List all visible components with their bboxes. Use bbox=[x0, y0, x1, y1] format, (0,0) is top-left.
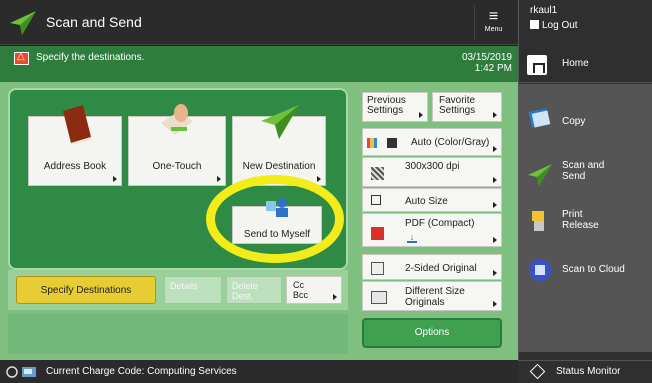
user-name: rkaul1 bbox=[530, 5, 558, 16]
chevron-right-icon bbox=[493, 301, 497, 307]
sidebar-item-label: Print Release bbox=[562, 209, 599, 231]
sidebar-item-scan-to-cloud[interactable]: Scan to Cloud bbox=[518, 256, 652, 288]
sidebar-item-scan-and-send[interactable]: Scan and Send bbox=[518, 158, 652, 190]
sidebar-item-label: Scan to Cloud bbox=[562, 264, 625, 275]
logout-label: Log Out bbox=[542, 20, 578, 31]
mixed-size-icon bbox=[371, 291, 387, 304]
instruction-message: Specify the destinations. bbox=[36, 52, 145, 63]
scan-size-button[interactable]: Auto Size bbox=[362, 188, 502, 212]
status-monitor-button[interactable]: Status Monitor bbox=[518, 360, 652, 383]
chevron-right-icon bbox=[493, 237, 497, 243]
menu-label: Menu bbox=[484, 26, 503, 33]
chevron-right-icon bbox=[493, 146, 497, 152]
time: 1:42 PM bbox=[474, 63, 512, 74]
sidebar-item-copy[interactable]: Copy bbox=[518, 104, 652, 136]
date: 03/15/2019 bbox=[461, 52, 512, 63]
chevron-right-icon bbox=[493, 202, 497, 208]
paper-plane-icon bbox=[261, 105, 299, 139]
details-button[interactable]: Details bbox=[164, 276, 222, 304]
status-monitor-label: Status Monitor bbox=[556, 366, 621, 377]
two-sided-original-button[interactable]: 2-Sided Original bbox=[362, 254, 502, 280]
download-icon: ↓ bbox=[407, 233, 417, 243]
one-touch-icon bbox=[161, 104, 193, 135]
cc-bcc-button[interactable]: Cc Bcc bbox=[286, 276, 342, 304]
color-gray-icon bbox=[367, 138, 397, 148]
sidebar-item-label: Scan and Send bbox=[562, 160, 605, 182]
home-icon bbox=[527, 55, 547, 75]
chevron-right-icon bbox=[317, 176, 321, 182]
color-mode-button[interactable]: Auto (Color/Gray) bbox=[362, 128, 502, 156]
one-touch-button[interactable]: One-Touch bbox=[128, 104, 226, 186]
logout-icon bbox=[530, 20, 539, 29]
warning-icon bbox=[14, 51, 29, 65]
delete-dest-button[interactable]: Delete Dest. bbox=[226, 276, 282, 304]
pdf-icon bbox=[371, 227, 384, 240]
hand-print-icon bbox=[532, 211, 544, 231]
chevron-right-icon bbox=[493, 112, 497, 118]
address-book-icon bbox=[63, 105, 91, 145]
chevron-right-icon bbox=[217, 176, 221, 182]
specify-destinations-button[interactable]: Specify Destinations bbox=[16, 276, 156, 304]
address-book-button[interactable]: Address Book bbox=[28, 105, 122, 186]
copy-icon bbox=[528, 108, 551, 128]
resolution-icon bbox=[371, 167, 384, 180]
paper-plane-icon bbox=[528, 164, 552, 186]
chevron-right-icon bbox=[493, 270, 497, 276]
cloud-scan-icon bbox=[529, 259, 551, 281]
duplex-icon bbox=[371, 262, 384, 275]
sidebar-item-print-release[interactable]: Print Release bbox=[518, 207, 652, 239]
status-monitor-icon bbox=[529, 363, 546, 380]
resolution-button[interactable]: 300x300 dpi bbox=[362, 157, 502, 187]
menu-button[interactable]: ≡ Menu bbox=[474, 6, 512, 40]
scan-size-icon bbox=[371, 195, 381, 205]
chevron-right-icon bbox=[333, 294, 337, 300]
chevron-right-icon bbox=[113, 176, 117, 182]
home-label: Home bbox=[562, 58, 589, 69]
app-title: Scan and Send bbox=[46, 14, 142, 30]
sidebar-item-label: Copy bbox=[562, 116, 586, 127]
date-time: 03/15/2019 1:42 PM bbox=[430, 52, 512, 74]
charge-code-icon bbox=[6, 366, 36, 378]
file-format-button[interactable]: PDF (Compact) ↓ bbox=[362, 213, 502, 247]
hamburger-icon: ≡ bbox=[488, 8, 499, 25]
lower-panel bbox=[8, 314, 348, 354]
favorite-settings-button[interactable]: Favorite Settings bbox=[432, 92, 502, 122]
highlight-circle bbox=[206, 175, 344, 263]
paper-plane-icon bbox=[10, 11, 36, 35]
chevron-right-icon bbox=[493, 177, 497, 183]
charge-code-text: Current Charge Code: Computing Services bbox=[46, 366, 237, 377]
options-button[interactable]: Options bbox=[362, 318, 502, 348]
different-size-originals-button[interactable]: Different Size Originals bbox=[362, 281, 502, 311]
previous-settings-button[interactable]: Previous Settings bbox=[362, 92, 428, 122]
logout-link[interactable]: Log Out bbox=[530, 20, 578, 31]
chevron-right-icon bbox=[419, 112, 423, 118]
